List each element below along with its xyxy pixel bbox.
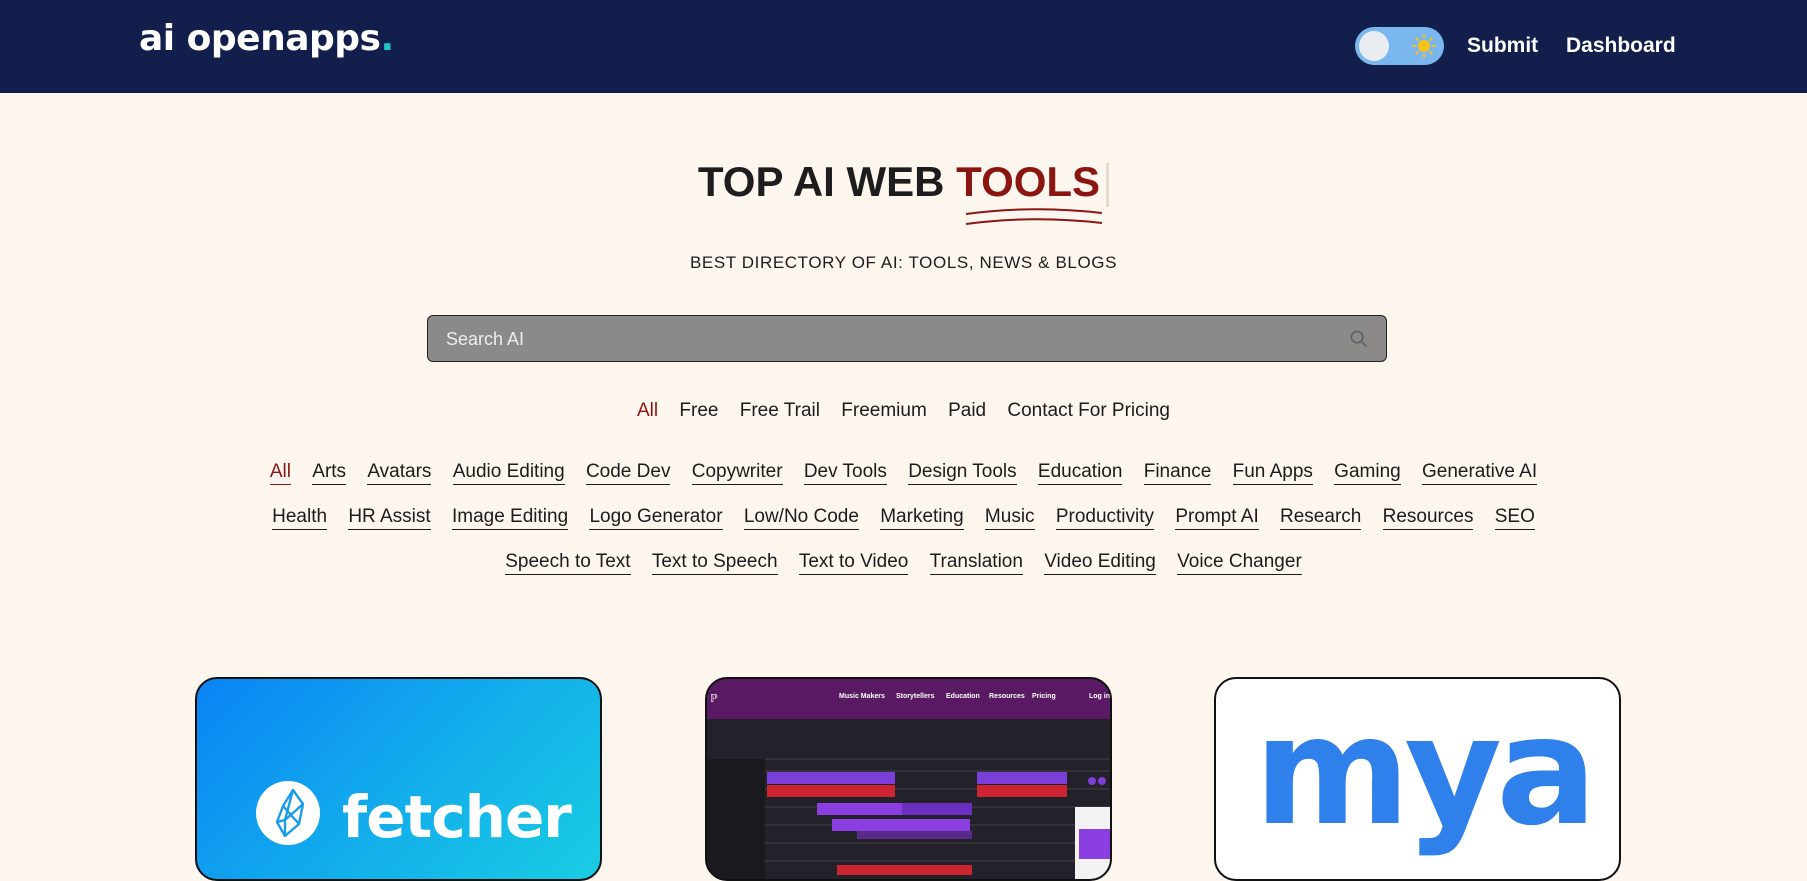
sun-icon xyxy=(1412,34,1436,58)
preview-nav-item: Education xyxy=(946,693,980,700)
preview-header: ℙ Music Makers Storytellers Education Re… xyxy=(707,679,1110,719)
pricing-filter-contact[interactable]: Contact For Pricing xyxy=(1007,400,1170,422)
logo-dot: . xyxy=(380,18,394,59)
category-text-to-video[interactable]: Text to Video xyxy=(798,551,909,575)
tool-card-music-app[interactable]: ℙ Music Makers Storytellers Education Re… xyxy=(705,677,1112,881)
preview-nav-item: Pricing xyxy=(1032,693,1056,700)
category-music[interactable]: Music xyxy=(984,506,1035,530)
category-seo[interactable]: SEO xyxy=(1494,506,1535,530)
theme-toggle[interactable] xyxy=(1355,27,1444,65)
category-speech-to-text[interactable]: Speech to Text xyxy=(505,551,631,575)
category-logo-generator[interactable]: Logo Generator xyxy=(589,506,723,530)
category-dev-tools[interactable]: Dev Tools xyxy=(803,461,887,485)
category-row-2: Health HR Assist Image Editing Logo Gene… xyxy=(0,506,1807,530)
category-audio-editing[interactable]: Audio Editing xyxy=(452,461,565,485)
preview-logo-icon: ℙ xyxy=(710,693,718,705)
category-education[interactable]: Education xyxy=(1037,461,1123,485)
category-voice-changer[interactable]: Voice Changer xyxy=(1177,551,1302,575)
category-design-tools[interactable]: Design Tools xyxy=(908,461,1017,485)
pricing-filter-all[interactable]: All xyxy=(637,400,658,422)
tool-card-fetcher[interactable]: fetcher xyxy=(195,677,602,881)
tool-card-mya[interactable]: mya xyxy=(1214,677,1621,881)
category-translation[interactable]: Translation xyxy=(929,551,1023,575)
page-title: TOP AI WEB TOOLS xyxy=(0,158,1807,207)
mya-brand-text: mya xyxy=(1254,685,1597,859)
category-image-editing[interactable]: Image Editing xyxy=(451,506,569,530)
logo-text: ai openapps xyxy=(139,18,381,59)
title-accent: TOOLS xyxy=(956,158,1101,205)
fetcher-logo-icon xyxy=(256,781,320,845)
pricing-filter-free-trail[interactable]: Free Trail xyxy=(740,400,820,422)
fetcher-brand-text: fetcher xyxy=(342,783,572,851)
daw-timeline-graphic xyxy=(707,719,1110,879)
search-input[interactable] xyxy=(444,316,1328,363)
typing-caret xyxy=(1106,162,1110,207)
category-row-3: Speech to Text Text to Speech Text to Vi… xyxy=(0,551,1807,575)
category-text-to-speech[interactable]: Text to Speech xyxy=(651,551,778,575)
category-research[interactable]: Research xyxy=(1280,506,1362,530)
toggle-knob[interactable] xyxy=(1359,31,1389,61)
category-prompt-ai[interactable]: Prompt AI xyxy=(1175,506,1259,530)
category-productivity[interactable]: Productivity xyxy=(1055,506,1155,530)
preview-nav-item: Log in xyxy=(1089,693,1110,700)
search-bar[interactable] xyxy=(427,315,1387,363)
category-low-no-code[interactable]: Low/No Code xyxy=(743,506,859,530)
submit-link[interactable]: Submit xyxy=(1467,34,1538,58)
category-video-editing[interactable]: Video Editing xyxy=(1044,551,1156,575)
pricing-filter-free[interactable]: Free xyxy=(679,400,718,422)
dashboard-link[interactable]: Dashboard xyxy=(1566,34,1676,58)
title-underline-decoration xyxy=(965,208,1103,225)
preview-nav-item: Resources xyxy=(989,693,1025,700)
category-finance[interactable]: Finance xyxy=(1143,461,1212,485)
category-resources[interactable]: Resources xyxy=(1382,506,1474,530)
search-icon[interactable] xyxy=(1349,329,1368,348)
pricing-filter-freemium[interactable]: Freemium xyxy=(841,400,927,422)
category-all[interactable]: All xyxy=(269,461,291,485)
category-generative-ai[interactable]: Generative AI xyxy=(1421,461,1538,485)
category-marketing[interactable]: Marketing xyxy=(880,506,964,530)
preview-body xyxy=(707,719,1110,879)
category-hr-assist[interactable]: HR Assist xyxy=(348,506,431,530)
category-code-dev[interactable]: Code Dev xyxy=(585,461,671,485)
category-fun-apps[interactable]: Fun Apps xyxy=(1232,461,1313,485)
category-row-1: All Arts Avatars Audio Editing Code Dev … xyxy=(0,461,1807,485)
category-health[interactable]: Health xyxy=(272,506,328,530)
pricing-filter-bar: All Free Free Trail Freemium Paid Contac… xyxy=(0,400,1807,422)
category-gaming[interactable]: Gaming xyxy=(1334,461,1401,485)
top-navbar: ai openapps. Submit Dashboard xyxy=(0,0,1807,93)
pricing-filter-paid[interactable]: Paid xyxy=(948,400,986,422)
category-copywriter[interactable]: Copywriter xyxy=(691,461,783,485)
category-arts[interactable]: Arts xyxy=(312,461,347,485)
preview-nav-item: Music Makers xyxy=(839,693,885,700)
page-subtitle: BEST DIRECTORY OF AI: TOOLS, NEWS & BLOG… xyxy=(689,253,1118,272)
title-prefix: TOP AI WEB xyxy=(697,158,957,205)
preview-nav-item: Storytellers xyxy=(896,693,935,700)
category-avatars[interactable]: Avatars xyxy=(367,461,432,485)
site-logo[interactable]: ai openapps. xyxy=(139,18,394,59)
